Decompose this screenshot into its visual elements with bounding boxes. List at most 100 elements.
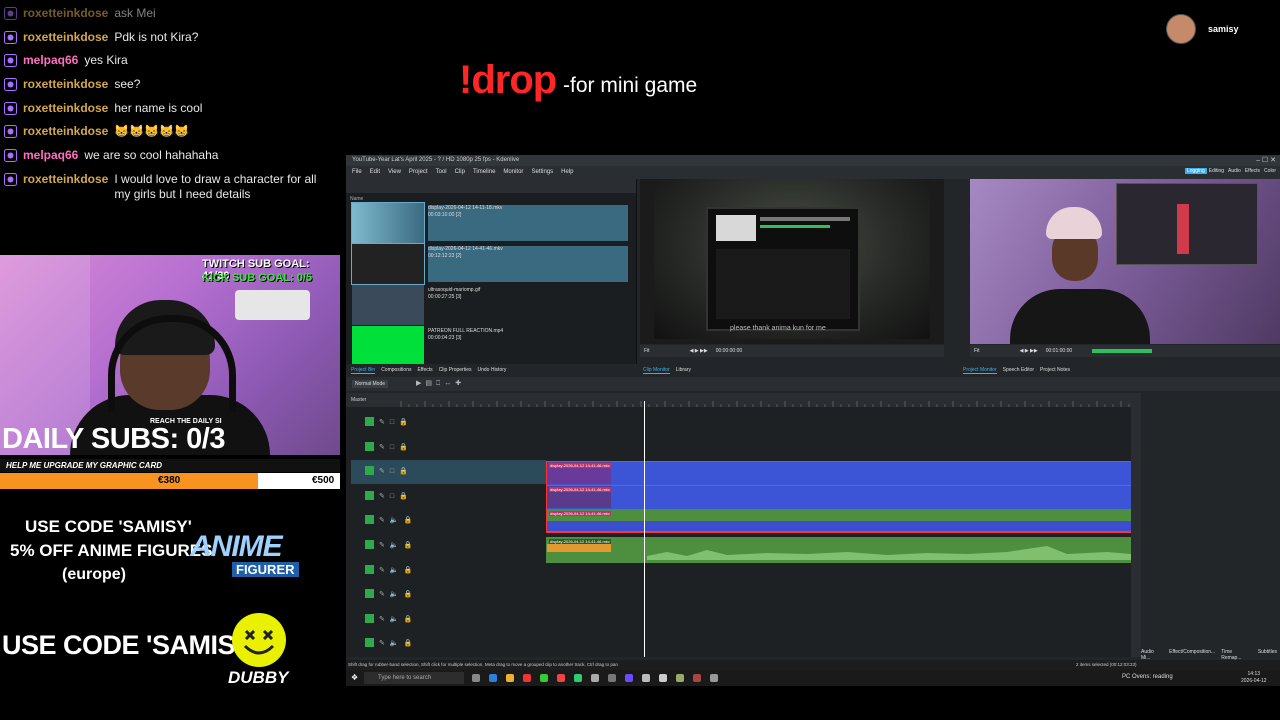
taskbar-app-icon[interactable] (574, 674, 582, 682)
audio-track-header[interactable]: ✎🔈🔒 (351, 583, 546, 607)
video-clip-1[interactable]: display-2026-04-12 14-41-46.mkv (546, 461, 1132, 487)
start-button[interactable]: ❖ (351, 673, 358, 682)
track-control-icons[interactable]: ✎🔈🔒 (379, 566, 417, 574)
tab-library[interactable]: Library (676, 367, 691, 373)
chat-username[interactable]: roxetteinkdose (23, 101, 108, 116)
taskbar-app-icon[interactable] (642, 674, 650, 682)
timeline-ruler[interactable] (346, 393, 1136, 407)
track-control-icons[interactable]: ✎□🔒 (379, 492, 413, 500)
edit-mode-select[interactable]: Normal Mode (352, 380, 389, 388)
project-monitor-zoom[interactable]: Fit (974, 348, 980, 354)
track-enable-icon[interactable] (365, 613, 374, 623)
chat-username[interactable]: roxetteinkdose (23, 77, 108, 92)
taskbar-app-icon[interactable] (489, 674, 497, 682)
track-enable-icon[interactable] (365, 466, 374, 476)
timeline-scrollbar[interactable] (1131, 393, 1141, 657)
video-track-header[interactable]: ✎□🔒 (351, 411, 546, 435)
project-monitor[interactable] (970, 179, 1280, 344)
menu-edit[interactable]: Edit (370, 169, 380, 175)
menu-project[interactable]: Project (409, 169, 428, 175)
tab-effects[interactable]: Effects (417, 367, 432, 373)
bin-item[interactable]: display-2026-04-12 14-41-46.mkv 00:12:12:… (351, 243, 630, 285)
chat-username[interactable]: roxetteinkdose (23, 172, 108, 187)
track-control-icons[interactable]: ✎🔈🔒 (379, 615, 417, 623)
track-enable-icon[interactable] (365, 441, 374, 451)
tab-clip-monitor[interactable]: Clip Monitor (643, 367, 670, 374)
audio-clip-2[interactable]: display-2026-04-12 14-41-46.mkv (546, 537, 1132, 563)
menu-tool[interactable]: Tool (436, 169, 447, 175)
tab-project-monitor[interactable]: Project Monitor (963, 367, 997, 374)
track-control-icons[interactable]: ✎🔈🔒 (379, 639, 417, 647)
chat-username[interactable]: melpaq66 (23, 53, 78, 68)
chat-username[interactable]: roxetteinkdose (23, 124, 108, 139)
bin-item[interactable]: display-2026-04-12 14-11-18.mkv 00:03:10:… (351, 202, 630, 244)
taskbar-app-icon[interactable] (557, 674, 565, 682)
track-enable-icon[interactable] (365, 564, 374, 574)
tab-compositions[interactable]: Compositions (381, 367, 411, 373)
menu-file[interactable]: File (352, 169, 362, 175)
taskbar-app-icon[interactable] (540, 674, 548, 682)
chat-username[interactable]: roxetteinkdose (23, 30, 108, 45)
taskbar-app-icon[interactable] (693, 674, 701, 682)
bin-item[interactable]: PATREON FULL REACTION.mp4 00:00:04:23 [3] (352, 326, 630, 366)
menu-view[interactable]: View (388, 169, 401, 175)
tab-speech-editor[interactable]: Speech Editor (1003, 367, 1034, 373)
tab-project-bin[interactable]: Project Bin (351, 367, 376, 374)
tab-clip-properties[interactable]: Clip Properties (439, 367, 472, 373)
track-control-icons[interactable]: ✎□🔒 (379, 467, 413, 475)
clip-play-button[interactable]: ◀ ▶ ▶▶ (690, 348, 708, 354)
taskbar-app-icon[interactable] (608, 674, 616, 682)
audio-track-header[interactable]: ✎🔈🔒 (351, 509, 546, 533)
layout-logging[interactable]: Logging (1184, 168, 1207, 174)
taskbar-app-icon[interactable] (523, 674, 531, 682)
taskbar-app-icon[interactable] (625, 674, 633, 682)
track-enable-icon[interactable] (365, 490, 374, 500)
track-control-icons[interactable]: ✎🔈🔒 (379, 590, 417, 598)
taskbar-app-icon[interactable] (472, 674, 480, 682)
taskbar-app-icon[interactable] (676, 674, 684, 682)
audio-track-header[interactable]: ✎🔈🔒 (351, 608, 546, 632)
audio-clip-1[interactable]: display-2026-04-12 14-41-46.mkv (546, 509, 1132, 533)
audio-track-header[interactable]: ✎🔈🔒 (351, 632, 546, 656)
track-control-icons[interactable]: ✎🔈🔒 (379, 516, 417, 524)
audio-track-header[interactable]: ✎🔈🔒 (351, 559, 546, 583)
taskbar-app-icon[interactable] (591, 674, 599, 682)
chat-username[interactable]: melpaq66 (23, 148, 78, 163)
taskbar-app-icon[interactable] (506, 674, 514, 682)
layout-audio[interactable]: Audio (1226, 168, 1243, 174)
clip-monitor-zoom[interactable]: Fit (644, 348, 650, 354)
taskbar-app-icon[interactable] (659, 674, 667, 682)
project-play-button[interactable]: ◀ ▶ ▶▶ (1020, 348, 1038, 354)
video-track-header[interactable]: ✎□🔒 (351, 485, 546, 509)
taskbar-clock[interactable]: 14:13 2026-04-12 (1241, 671, 1267, 685)
clip-monitor-timecode[interactable]: 00:00:00:00 (716, 348, 742, 354)
menu-help[interactable]: Help (561, 169, 573, 175)
track-control-icons[interactable]: ✎□🔒 (379, 443, 413, 451)
taskbar-search-input[interactable]: Type here to search (364, 672, 464, 684)
video-clip-2[interactable]: display-2026-04-12 14-41-46.mkv (546, 485, 1132, 511)
track-enable-icon[interactable] (365, 589, 374, 599)
menu-timeline[interactable]: Timeline (473, 169, 495, 175)
chat-username[interactable]: roxetteinkdose (23, 6, 108, 21)
audio-track-header[interactable]: ✎🔈🔒 (351, 534, 546, 558)
track-enable-icon[interactable] (365, 540, 374, 549)
track-enable-icon[interactable] (365, 417, 374, 426)
menu-clip[interactable]: Clip (455, 169, 465, 175)
layout-color[interactable]: Color (1262, 168, 1278, 174)
window-controls[interactable]: – ☐ ✕ (1256, 156, 1276, 164)
layout-effects[interactable]: Effects (1243, 168, 1262, 174)
track-control-icons[interactable]: ✎□🔒 (379, 418, 413, 426)
timeline-playhead[interactable] (644, 401, 645, 657)
track-enable-icon[interactable] (365, 515, 374, 525)
timeline-tracks[interactable]: ✎□🔒 ✎□🔒 ✎□🔒 ✎□🔒 ✎🔈🔒 ✎🔈🔒 ✎🔈🔒 ✎🔈🔒 ✎🔈🔒 ✎🔈🔒 display-2… (346, 407, 1132, 657)
video-track-header[interactable]: ✎□🔒 (351, 436, 546, 460)
project-monitor-timecode[interactable]: 00:01:00:00 (1046, 348, 1072, 354)
video-track-header[interactable]: ✎□🔒 (351, 460, 546, 485)
track-control-icons[interactable]: ✎🔈🔒 (379, 541, 417, 549)
track-enable-icon[interactable] (365, 638, 374, 648)
timeline-tool-icons[interactable]: ▶▤⎕↔✚ (416, 379, 465, 388)
layout-editing[interactable]: Editing (1207, 168, 1226, 174)
bin-item[interactable]: ultrasoquid-mariomp.gif 00:00:27:25 [3] (352, 285, 630, 325)
menu-settings[interactable]: Settings (531, 169, 553, 175)
tab-undo-history[interactable]: Undo History (477, 367, 506, 373)
